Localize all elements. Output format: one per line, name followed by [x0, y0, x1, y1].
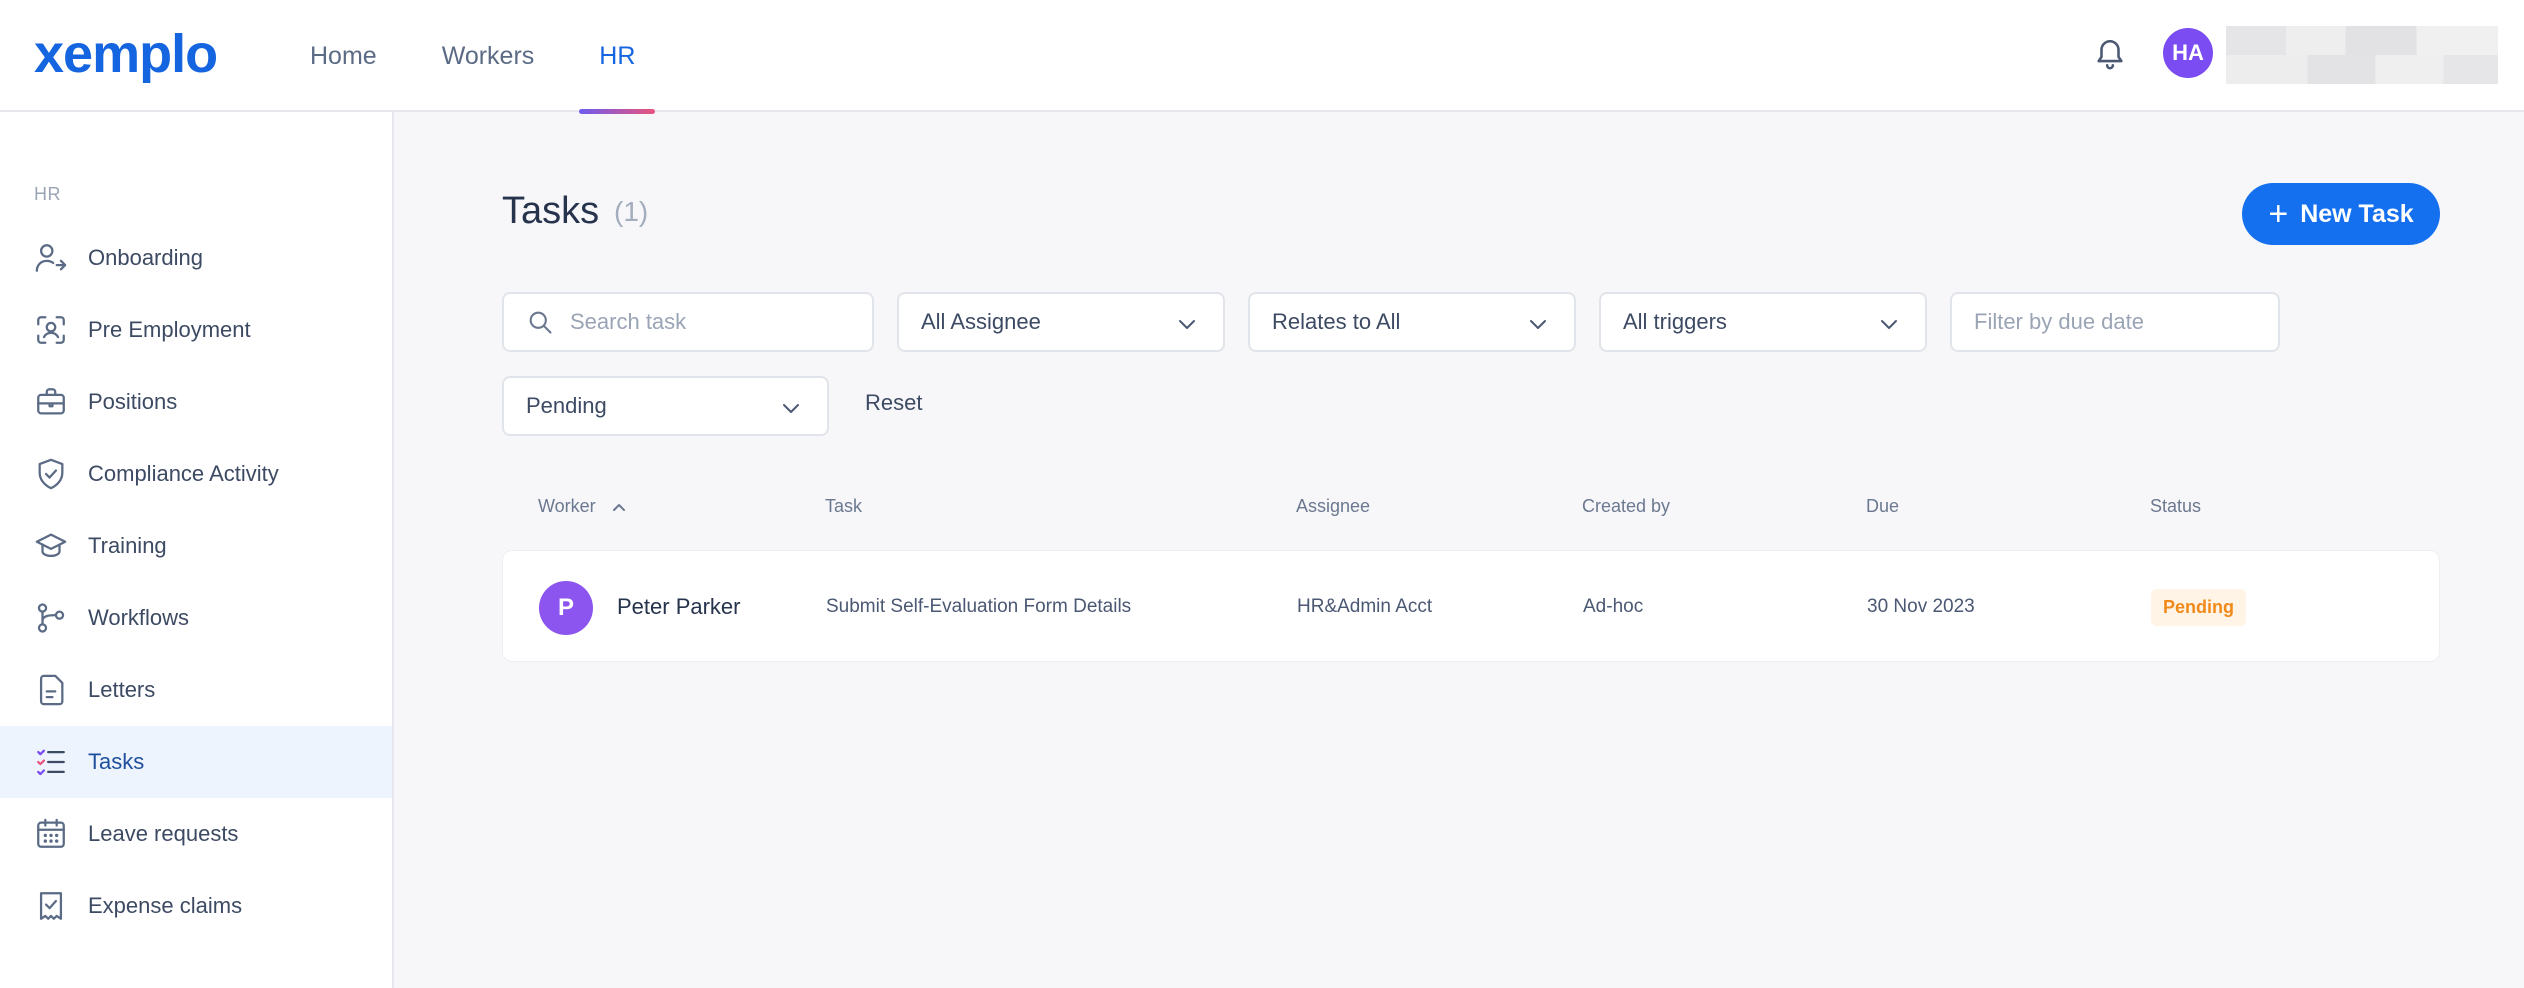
sidebar-item-training[interactable]: Training — [0, 510, 392, 582]
status-select-value: Pending — [526, 393, 607, 418]
sidebar-item-letters[interactable]: Letters — [0, 654, 392, 726]
status-select[interactable]: Pending — [502, 376, 829, 436]
assignee-select[interactable]: All Assignee — [897, 292, 1225, 352]
new-task-label: New Task — [2300, 199, 2414, 228]
workflow-icon — [37, 603, 65, 633]
task-name[interactable]: Submit Self-Evaluation Form Details — [826, 551, 1131, 663]
graduation-cap-icon — [35, 533, 67, 558]
assignee-select-value: All Assignee — [921, 309, 1041, 334]
due-date-filter-input[interactable]: Filter by due date — [1950, 292, 2280, 352]
created-by-value: Ad-hoc — [1583, 596, 1644, 617]
assignee-value: HR&Admin Acct — [1297, 596, 1433, 617]
sidebar-item-onboarding[interactable]: Onboarding — [0, 222, 392, 294]
document-icon — [39, 674, 64, 706]
search-placeholder: Search task — [570, 309, 687, 334]
sidebar-item-expense-claims[interactable]: Expense claims — [0, 870, 392, 942]
sidebar-item-label: Workflows — [88, 605, 190, 630]
sidebar-item-label: Letters — [88, 677, 156, 702]
column-header-label: Worker — [538, 496, 596, 516]
task-count: (1) — [614, 196, 649, 227]
task-list-icon — [37, 749, 65, 776]
sidebar-item-label: Pre Employment — [88, 317, 251, 342]
nav-tab-home[interactable]: Home — [290, 0, 397, 112]
column-header-due[interactable]: Due — [1866, 496, 1899, 517]
user-avatar[interactable]: HA — [2163, 28, 2213, 78]
calendar-icon — [37, 818, 65, 848]
relates-to-select-value: Relates to All — [1272, 309, 1401, 334]
sidebar-item-label: Onboarding — [88, 245, 203, 270]
briefcase-icon — [37, 388, 65, 415]
sidebar: HR Onboarding Pre Employment Positions C… — [0, 112, 394, 988]
new-task-button[interactable]: + New Task — [2242, 183, 2440, 245]
sidebar-section-label: HR — [34, 184, 61, 204]
sidebar-item-tasks[interactable]: Tasks — [0, 726, 392, 798]
table-row[interactable]: P Peter Parker Submit Self-Evaluation Fo… — [502, 550, 2440, 662]
user-arrow-icon — [35, 244, 67, 272]
status-cell: Pending — [2151, 551, 2246, 663]
sidebar-item-label: Leave requests — [88, 821, 239, 846]
chevron-down-icon — [1881, 320, 1897, 329]
column-header-worker[interactable]: Worker — [538, 496, 627, 517]
sidebar-item-pre-employment[interactable]: Pre Employment — [0, 294, 392, 366]
triggers-select-value: All triggers — [1623, 309, 1727, 334]
nav-tab-hr[interactable]: HR — [579, 0, 656, 114]
chevron-down-icon — [783, 404, 799, 413]
reset-filters-button[interactable]: Reset — [865, 390, 922, 416]
receipt-icon — [39, 892, 63, 920]
chevron-down-icon — [1530, 320, 1546, 329]
search-icon — [529, 311, 552, 334]
nav-tab-workers[interactable]: Workers — [422, 0, 555, 112]
due-date-value: 30 Nov 2023 — [1867, 596, 1975, 617]
sidebar-item-positions[interactable]: Positions — [0, 366, 392, 438]
top-navigation-bar: xemplo Home Workers HR HA — [0, 0, 2524, 114]
column-header-assignee[interactable]: Assignee — [1296, 496, 1370, 517]
sidebar-item-compliance-activity[interactable]: Compliance Activity — [0, 438, 392, 510]
search-input[interactable]: Search task — [502, 292, 874, 352]
user-name-redacted[interactable] — [2226, 26, 2498, 84]
worker-name[interactable]: Peter Parker — [617, 551, 741, 663]
sidebar-item-label: Compliance Activity — [88, 461, 279, 486]
column-header-created-by[interactable]: Created by — [1582, 496, 1670, 517]
sort-ascending-icon — [612, 504, 625, 512]
sidebar-item-workflows[interactable]: Workflows — [0, 582, 392, 654]
column-header-status[interactable]: Status — [2150, 496, 2201, 517]
sidebar-item-label: Tasks — [88, 749, 145, 774]
user-scan-icon — [37, 316, 65, 344]
chevron-down-icon — [1179, 320, 1195, 329]
triggers-select[interactable]: All triggers — [1599, 292, 1927, 352]
sidebar-item-label: Expense claims — [88, 893, 243, 918]
notification-bell-icon[interactable] — [2093, 34, 2127, 74]
worker-avatar: P — [539, 581, 593, 635]
sidebar-item-leave-requests[interactable]: Leave requests — [0, 798, 392, 870]
status-badge: Pending — [2151, 588, 2246, 626]
page-title: Tasks — [502, 190, 600, 232]
main-nav: Home Workers HR — [290, 0, 680, 114]
shield-check-icon — [38, 458, 64, 490]
column-header-task[interactable]: Task — [825, 496, 862, 517]
plus-icon: + — [2268, 195, 2289, 233]
sidebar-item-label: Positions — [88, 389, 178, 414]
xemplo-logo[interactable]: xemplo — [34, 24, 218, 84]
due-date-placeholder: Filter by due date — [1974, 309, 2144, 334]
sidebar-item-label: Training — [88, 533, 167, 558]
relates-to-select[interactable]: Relates to All — [1248, 292, 1576, 352]
